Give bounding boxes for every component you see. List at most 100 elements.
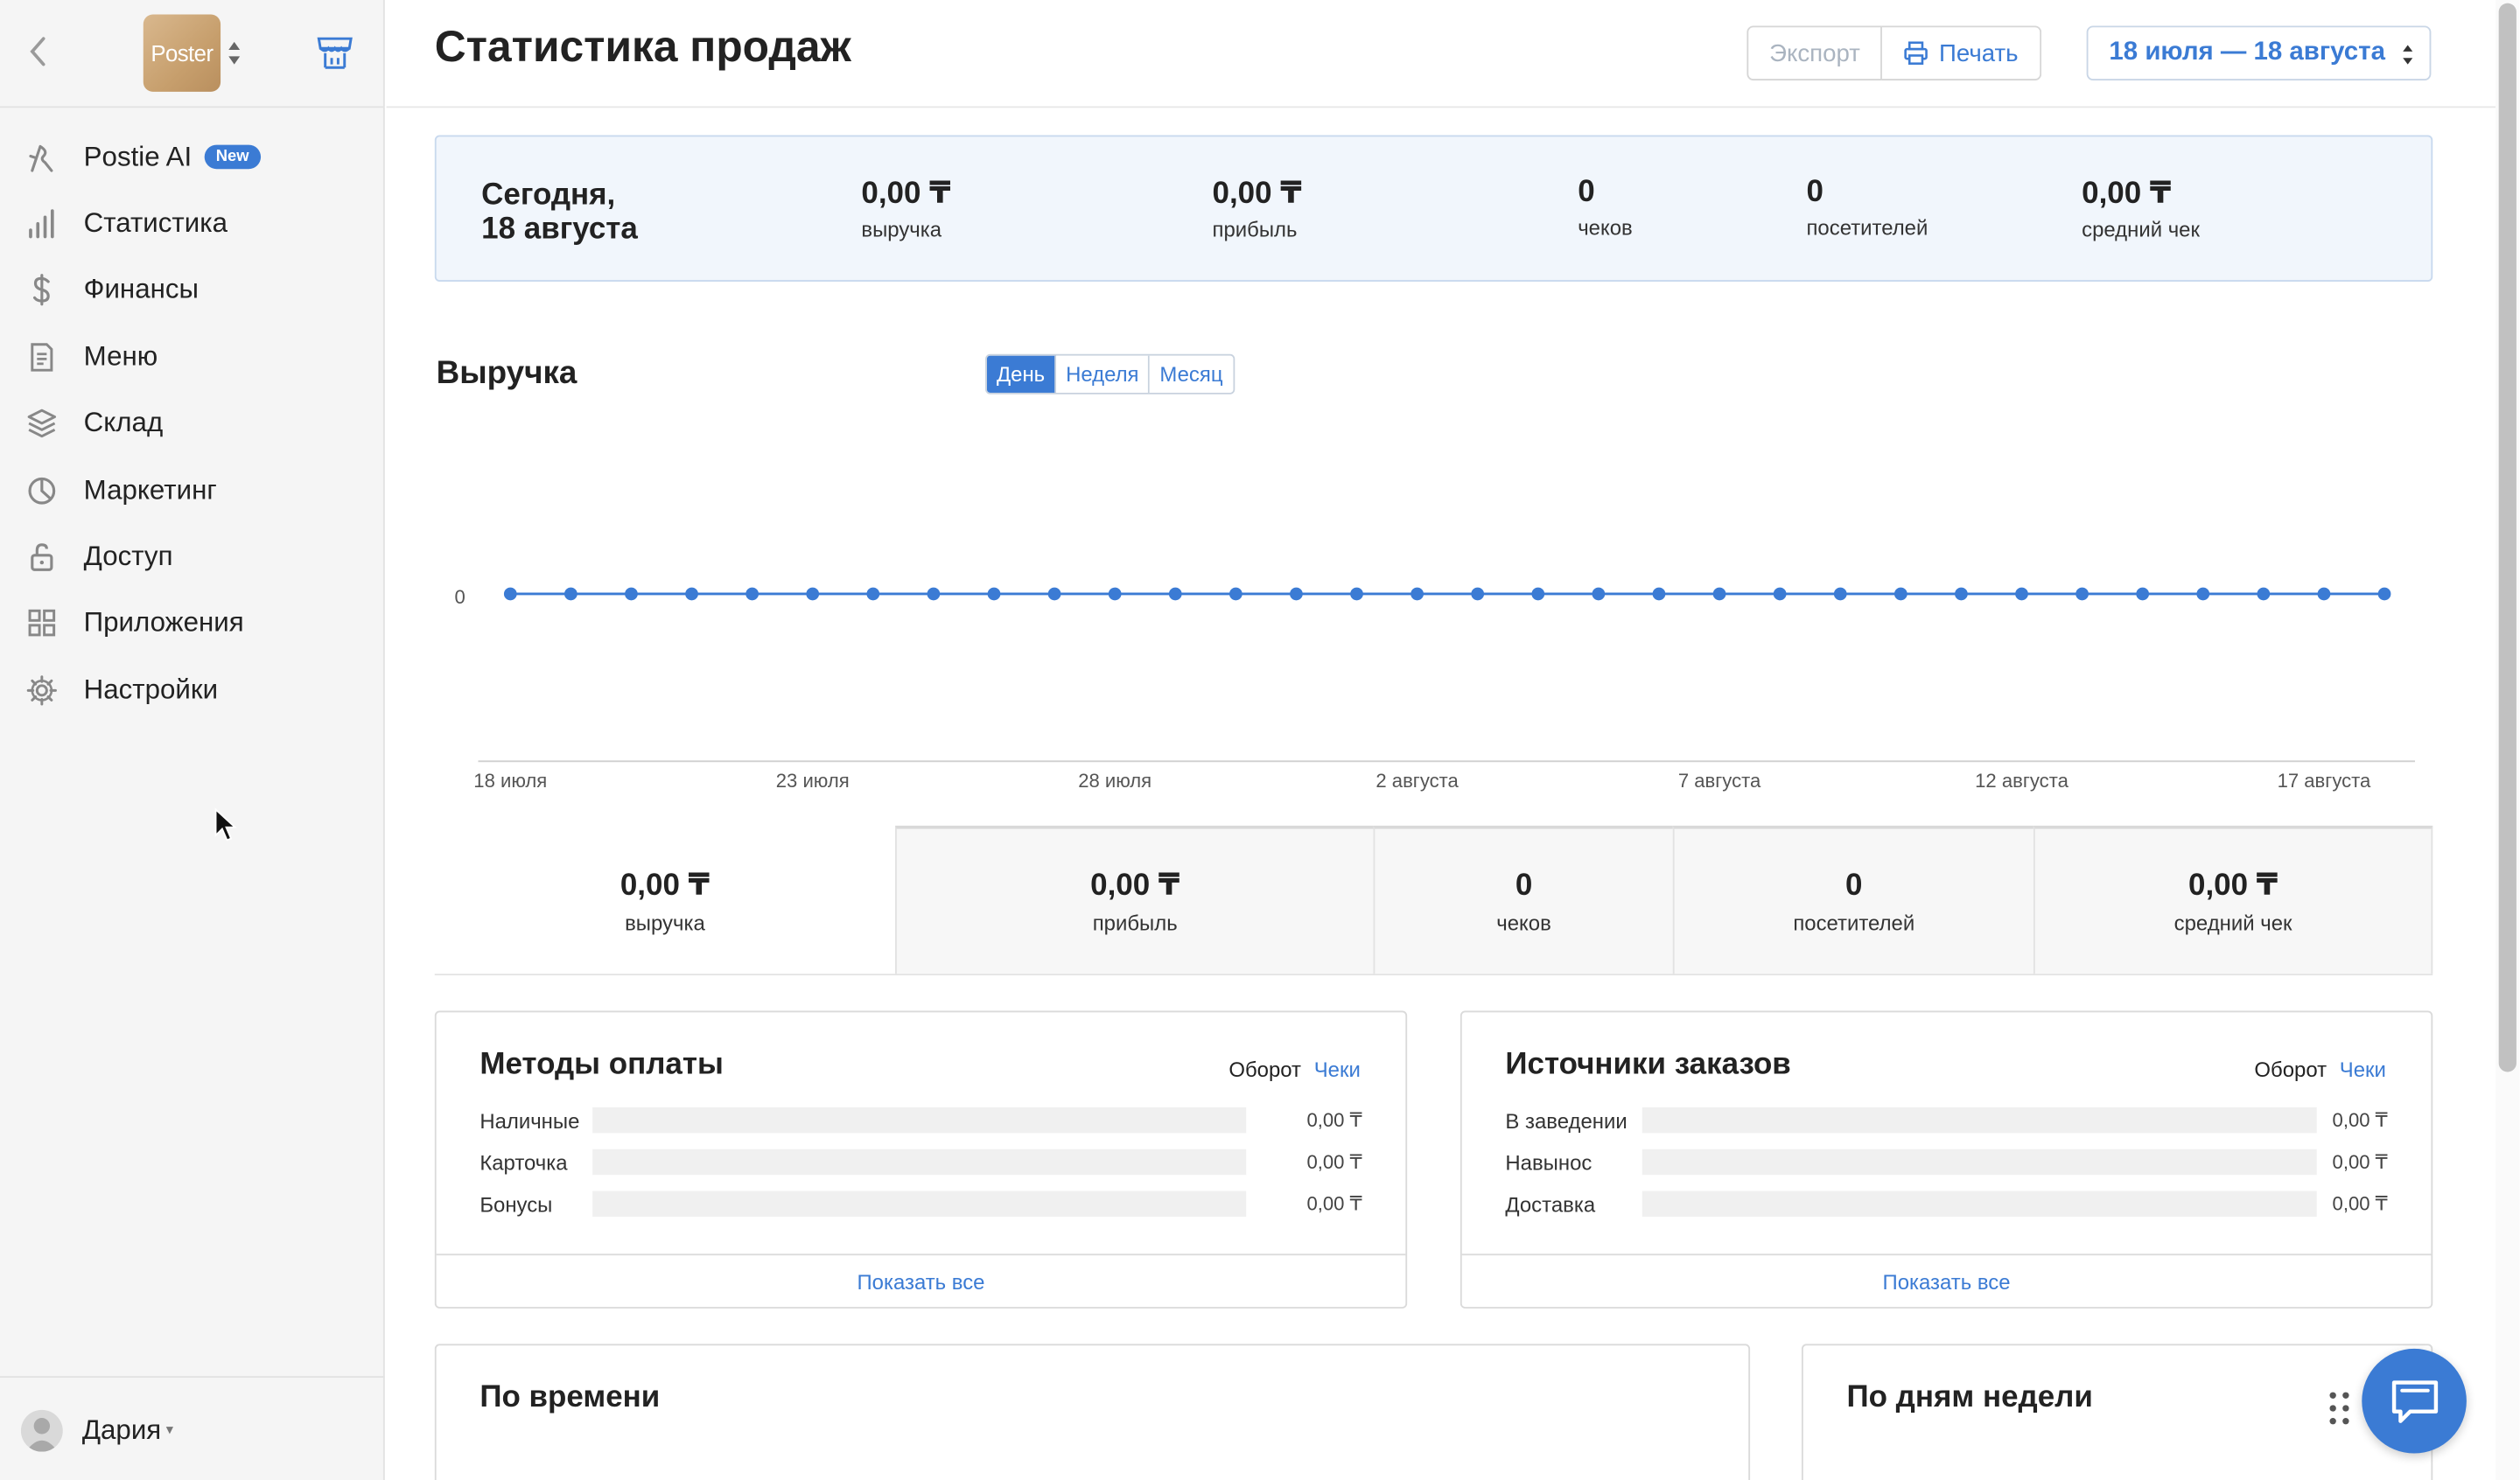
stat-label: чеков xyxy=(1578,215,1633,241)
data-point[interactable] xyxy=(564,587,578,601)
data-point[interactable] xyxy=(1652,587,1666,601)
data-point[interactable] xyxy=(1228,587,1242,601)
toggle-turnover[interactable]: Оборот xyxy=(2254,1058,2327,1082)
sort-arrows-icon[interactable] xyxy=(227,40,242,66)
data-point[interactable] xyxy=(1471,587,1485,601)
card-title: По дням недели xyxy=(1846,1380,2093,1415)
data-point[interactable] xyxy=(1894,587,1908,601)
logo-text: Poster xyxy=(150,40,214,66)
row-name: В заведении xyxy=(1505,1107,1628,1133)
page-header: Статистика продаж Экспорт Печать 18 июля… xyxy=(386,0,2496,108)
poster-logo[interactable]: Poster xyxy=(143,14,221,92)
data-point[interactable] xyxy=(2317,587,2331,601)
sidebar-item-settings[interactable]: Настройки xyxy=(0,657,385,723)
metric-tab-visitors[interactable]: 0 посетителей xyxy=(1672,825,2034,974)
period-week-button[interactable]: Неделя xyxy=(1056,355,1151,393)
data-point[interactable] xyxy=(503,587,517,601)
data-point[interactable] xyxy=(746,587,759,601)
metric-tab-profit[interactable]: 0,00 ₸ прибыль xyxy=(895,825,1374,974)
sidebar-item-postie-ai[interactable]: Postie AI New xyxy=(0,124,385,191)
sidebar-nav: Postie AI New Статистика Финансы Меню Ск… xyxy=(0,124,385,723)
grid-icon xyxy=(28,610,56,638)
date-range-picker[interactable]: 18 июля — 18 августа xyxy=(2086,25,2432,80)
show-all-link[interactable]: Показать все xyxy=(436,1253,1406,1307)
x-tick-label: 12 августа xyxy=(1975,770,2068,792)
sidebar-item-warehouse[interactable]: Склад xyxy=(0,390,385,457)
card-toggle: Оборот Чеки xyxy=(2254,1058,2385,1082)
data-point[interactable] xyxy=(1773,587,1787,601)
data-point[interactable] xyxy=(2136,587,2150,601)
today-stat-avg-check: 0,00 ₸ средний чек xyxy=(2082,176,2200,241)
sidebar-item-statistics[interactable]: Статистика xyxy=(0,191,385,257)
metric-tab-avg-check[interactable]: 0,00 ₸ средний чек xyxy=(2033,825,2433,974)
chat-icon xyxy=(2390,1379,2438,1423)
show-all-link[interactable]: Показать все xyxy=(1461,1253,2432,1307)
lock-icon xyxy=(31,543,53,571)
data-point[interactable] xyxy=(806,587,820,601)
period-day-button[interactable]: День xyxy=(986,355,1057,393)
data-point[interactable] xyxy=(1350,587,1363,601)
scrollbar-thumb[interactable] xyxy=(2498,3,2516,1072)
row-name: Бонусы xyxy=(480,1191,553,1217)
list-item: Карточка 0,00 ₸ xyxy=(480,1148,1362,1176)
row-name: Карточка xyxy=(480,1149,568,1175)
data-point[interactable] xyxy=(2257,587,2271,601)
row-bar xyxy=(1642,1107,2317,1134)
data-point[interactable] xyxy=(987,587,1001,601)
store-icon[interactable] xyxy=(316,35,354,70)
data-point[interactable] xyxy=(1712,587,1726,601)
drag-handle-icon[interactable] xyxy=(2328,1391,2351,1426)
stat-value: 0,00 ₸ xyxy=(2082,177,2172,212)
data-point[interactable] xyxy=(1168,587,1182,601)
list-item: Навынос 0,00 ₸ xyxy=(1505,1148,2388,1176)
toggle-checks[interactable]: Чеки xyxy=(1314,1058,1361,1082)
data-point[interactable] xyxy=(866,587,880,601)
chat-button[interactable] xyxy=(2362,1348,2467,1454)
data-point[interactable] xyxy=(2015,587,2028,601)
row-bar xyxy=(592,1190,1247,1218)
metric-tab-checks[interactable]: 0 чеков xyxy=(1373,825,1673,974)
chevron-left-icon[interactable] xyxy=(23,32,55,71)
print-button[interactable]: Печать xyxy=(1882,25,2041,80)
user-menu[interactable]: Дария ▾ xyxy=(0,1376,385,1480)
data-point[interactable] xyxy=(2196,587,2210,601)
data-point[interactable] xyxy=(2377,587,2391,601)
by-time-card: По времени xyxy=(434,1344,1751,1480)
row-value: 0,00 ₸ xyxy=(1306,1150,1362,1174)
data-point[interactable] xyxy=(1531,587,1545,601)
sidebar-item-apps[interactable]: Приложения xyxy=(0,590,385,657)
sidebar-item-label: Склад xyxy=(83,407,164,438)
data-point[interactable] xyxy=(1592,587,1606,601)
row-bar xyxy=(592,1107,1247,1134)
sidebar-item-access[interactable]: Доступ xyxy=(0,524,385,590)
export-label: Экспорт xyxy=(1769,39,1860,67)
data-point[interactable] xyxy=(1108,587,1122,601)
row-value: 0,00 ₸ xyxy=(2332,1150,2388,1174)
dollar-icon xyxy=(32,274,50,307)
period-month-button[interactable]: Месяц xyxy=(1150,355,1233,393)
data-point[interactable] xyxy=(1410,587,1424,601)
sidebar-item-menu[interactable]: Меню xyxy=(0,324,385,390)
metric-label: средний чек xyxy=(2174,911,2292,936)
data-point[interactable] xyxy=(685,587,698,601)
sidebar-item-marketing[interactable]: Маркетинг xyxy=(0,457,385,523)
data-point[interactable] xyxy=(1955,587,1968,601)
data-point[interactable] xyxy=(2076,587,2089,601)
sidebar-item-finance[interactable]: Финансы xyxy=(0,257,385,324)
data-point[interactable] xyxy=(1047,587,1061,601)
toggle-checks[interactable]: Чеки xyxy=(2340,1058,2386,1082)
today-stat-revenue: 0,00 ₸ выручка xyxy=(861,176,950,241)
user-icon xyxy=(25,1417,59,1451)
metric-tab-revenue[interactable]: 0,00 ₸ выручка xyxy=(434,825,896,974)
list-item: В заведении 0,00 ₸ xyxy=(1505,1106,2388,1134)
scrollbar[interactable] xyxy=(2496,0,2520,1480)
data-point[interactable] xyxy=(1833,587,1847,601)
sidebar-item-label: Маркетинг xyxy=(83,474,217,506)
data-point[interactable] xyxy=(1290,587,1303,601)
export-button[interactable]: Экспорт xyxy=(1746,25,1883,80)
data-point[interactable] xyxy=(625,587,638,601)
x-tick-label: 17 августа xyxy=(2278,770,2371,792)
toggle-turnover[interactable]: Оборот xyxy=(1228,1058,1301,1082)
stat-value: 0 xyxy=(1806,175,1824,210)
data-point[interactable] xyxy=(927,587,941,601)
